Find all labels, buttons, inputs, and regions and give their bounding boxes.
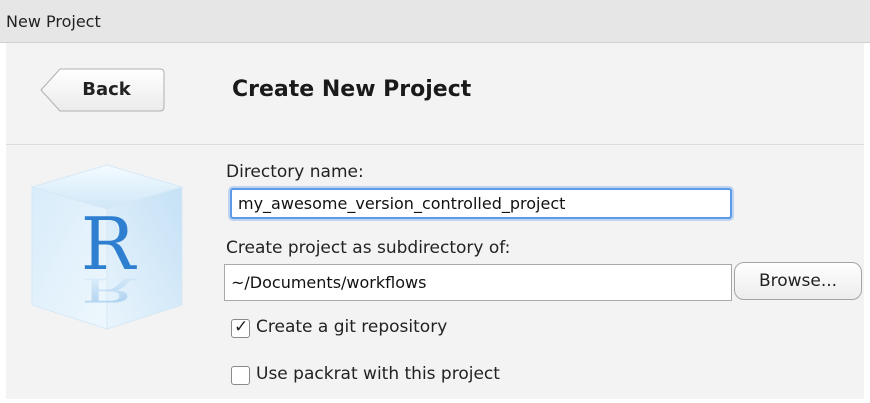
new-project-dialog: New Project Back Create New Project R R … <box>0 0 870 403</box>
r-logo-reflection: R <box>81 270 138 308</box>
dialog-content: R R Directory name: my_awesome_version_c… <box>6 145 864 399</box>
git-repo-checkbox[interactable]: ✓ <box>231 317 250 338</box>
r-logo-icon: R R <box>30 164 184 330</box>
back-button-label: Back <box>82 79 131 100</box>
subdirectory-input[interactable]: ~/Documents/workflows <box>224 264 732 301</box>
packrat-checkbox[interactable] <box>231 366 250 385</box>
directory-name-input[interactable]: my_awesome_version_controlled_project <box>230 188 732 219</box>
browse-button[interactable]: Browse... <box>734 262 862 300</box>
back-button[interactable]: Back <box>40 68 165 112</box>
title-bar: New Project <box>0 0 870 43</box>
dialog-header: Back Create New Project <box>6 43 864 145</box>
subdirectory-label: Create project as subdirectory of: <box>226 238 511 258</box>
directory-name-label: Directory name: <box>226 162 364 182</box>
window-title: New Project <box>6 12 101 31</box>
checkmark-icon: ✓ <box>234 317 249 337</box>
git-repo-label: Create a git repository <box>256 317 448 337</box>
packrat-label: Use packrat with this project <box>256 364 500 384</box>
page-title: Create New Project <box>232 77 472 102</box>
